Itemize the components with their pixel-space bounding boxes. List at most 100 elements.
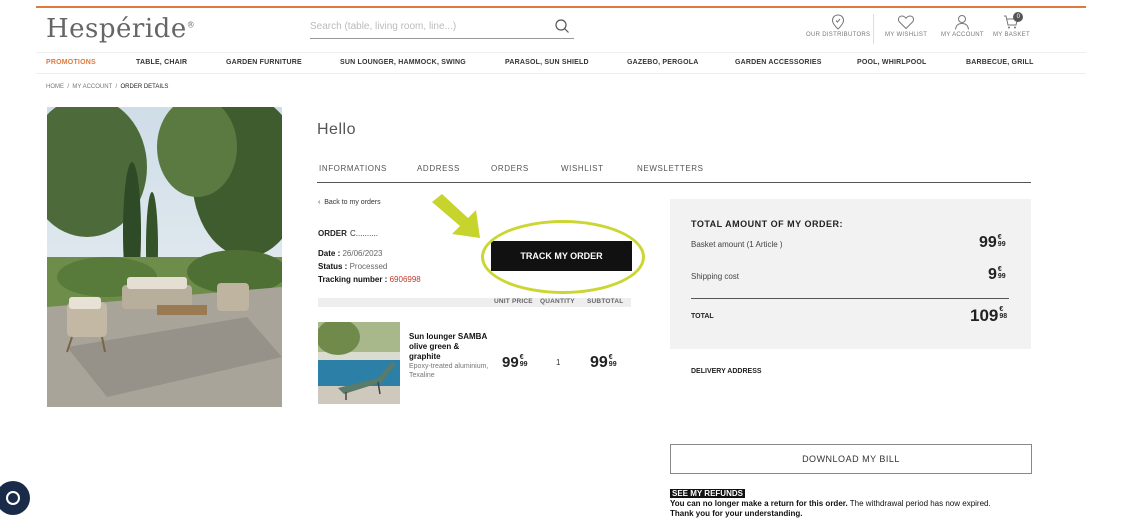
breadcrumb: HOME / MY ACCOUNT / ORDER DETAILS (46, 84, 168, 90)
nav-promotions[interactable]: PROMOTIONS (46, 59, 96, 66)
tab-newsletters[interactable]: NEWSLETTERS (637, 164, 704, 173)
item-quantity: 1 (556, 358, 561, 367)
nav-gazebo[interactable]: GAZEBO, PERGOLA (627, 59, 698, 66)
annotation-arrow-icon (432, 194, 480, 238)
tab-informations[interactable]: INFORMATIONS (319, 164, 387, 173)
header-divider (873, 14, 874, 44)
order-summary-panel: TOTAL AMOUNT OF MY ORDER: Basket amount … (670, 199, 1031, 349)
breadcrumb-account[interactable]: MY ACCOUNT (72, 84, 112, 90)
product-image[interactable] (318, 322, 400, 404)
total-currency: € (999, 306, 1004, 313)
col-subtotal: SUBTOTAL (587, 298, 624, 305)
order-tracking: Tracking number : 6906998 (318, 275, 421, 284)
nav-garden-accessories[interactable]: GARDEN ACCESSORIES (735, 59, 822, 66)
distributors-link[interactable]: OUR DISTRIBUTORS (806, 14, 870, 38)
basket-label: MY BASKET (993, 32, 1030, 38)
account-label: MY ACCOUNT (941, 32, 984, 38)
order-total: 109 €98 (970, 306, 1007, 326)
shipping-cost-label: Shipping cost (691, 272, 740, 281)
status-value: Processed (349, 262, 388, 271)
unit-price-decimals: 99 (519, 361, 528, 368)
total-label: TOTAL (691, 313, 714, 320)
total-int: 109 (970, 306, 999, 325)
summary-title: TOTAL AMOUNT OF MY ORDER: (691, 219, 843, 229)
back-label: Back to my orders (324, 199, 381, 206)
basket-amount-label: Basket amount (1 Article ) (691, 240, 783, 249)
distributors-label: OUR DISTRIBUTORS (806, 32, 871, 38)
back-to-orders-link[interactable]: ‹ Back to my orders (318, 199, 381, 206)
breadcrumb-separator: / (67, 84, 70, 90)
refund-notice: You can no longer make a return for this… (670, 499, 1070, 519)
account-link[interactable]: MY ACCOUNT (941, 14, 984, 38)
shipping-cost: 9 €99 (988, 266, 1006, 284)
nav-table-chair[interactable]: TABLE, CHAIR (136, 59, 187, 66)
basket-amount-decimals: 99 (997, 241, 1006, 248)
basket-amount-currency: € (997, 234, 1002, 241)
shipping-cost-currency: € (997, 266, 1002, 273)
wishlist-label: MY WISHLIST (885, 32, 928, 38)
top-accent-line (36, 6, 1086, 8)
order-status: Status : Processed (318, 262, 387, 271)
nav-sun-lounger[interactable]: SUN LOUNGER, HAMMOCK, SWING (340, 59, 466, 66)
col-unit-price: UNIT PRICE (494, 298, 533, 305)
order-date: Date : 26/06/2023 (318, 249, 383, 258)
item-subtotal: 99 €99 (590, 354, 617, 372)
basket-amount: 99 €99 (979, 234, 1006, 252)
logo-text: Hespéride (46, 14, 187, 44)
nav-barbecue[interactable]: BARBECUE, GRILL (966, 59, 1034, 66)
search-icon[interactable] (554, 18, 570, 34)
tracking-number[interactable]: 6906998 (390, 275, 421, 284)
unit-price-currency: € (519, 354, 524, 361)
shipping-cost-int: 9 (988, 266, 997, 283)
product-description: Epoxy-treated aluminium, Texaline (409, 363, 489, 379)
tab-wishlist[interactable]: WISHLIST (561, 164, 604, 173)
garden-lounge-photo (47, 107, 282, 407)
delivery-address-heading: DELIVERY ADDRESS (691, 368, 762, 375)
main-nav: PROMOTIONS TABLE, CHAIR GARDEN FURNITURE… (36, 52, 1086, 74)
shipping-cost-decimals: 99 (997, 273, 1006, 280)
product-name[interactable]: Sun lounger SAMBA olive green & graphite (409, 332, 489, 362)
total-decimals: 98 (999, 313, 1008, 320)
wishlist-link[interactable]: MY WISHLIST (885, 14, 927, 38)
nav-garden-furniture[interactable]: GARDEN FURNITURE (226, 59, 302, 66)
logo-mark: ® (186, 20, 196, 30)
user-icon (955, 15, 970, 30)
breadcrumb-separator: / (115, 84, 118, 90)
unit-price: 99 €99 (502, 354, 527, 371)
unit-price-int: 99 (502, 354, 519, 371)
chevron-left-icon: ‹ (318, 199, 321, 206)
refund-thanks: Thank you for your understanding. (670, 509, 803, 518)
account-tabs: INFORMATIONS ADDRESS ORDERS WISHLIST NEW… (317, 163, 1031, 183)
tracking-label: Tracking number : (318, 275, 388, 284)
nav-parasol[interactable]: PARASOL, SUN SHIELD (505, 59, 589, 66)
date-label: Date : (318, 249, 341, 258)
order-label: ORDER (318, 229, 347, 238)
chat-widget-button[interactable] (0, 481, 30, 515)
summary-divider (691, 298, 1009, 299)
nav-pool[interactable]: POOL, WHIRLPOOL (857, 59, 927, 66)
download-bill-button[interactable]: DOWNLOAD MY BILL (670, 444, 1032, 474)
breadcrumb-current: ORDER DETAILS (120, 84, 169, 90)
tab-address[interactable]: ADDRESS (417, 164, 460, 173)
search-input[interactable] (310, 16, 540, 37)
subtotal-decimals: 99 (608, 361, 617, 368)
col-quantity: QUANTITY (540, 298, 575, 305)
subtotal-int: 99 (590, 354, 608, 371)
logo[interactable]: Hespéride® (46, 14, 195, 44)
basket-link[interactable]: 0 MY BASKET (993, 12, 1030, 38)
search-bar (310, 16, 574, 39)
status-label: Status : (318, 262, 348, 271)
heart-icon (898, 15, 915, 30)
location-pin-icon (832, 14, 845, 30)
breadcrumb-home[interactable]: HOME (46, 84, 64, 90)
refund-notice-text: The withdrawal period has now expired. (847, 499, 991, 508)
see-refunds-link[interactable]: SEE MY REFUNDS (670, 489, 745, 498)
subtotal-currency: € (608, 354, 613, 361)
order-number: C.......... (350, 229, 379, 238)
basket-amount-int: 99 (979, 234, 997, 251)
tab-orders[interactable]: ORDERS (491, 164, 529, 173)
track-order-button[interactable]: TRACK MY ORDER (491, 241, 632, 271)
order-table-header: UNIT PRICE QUANTITY SUBTOTAL (318, 298, 631, 307)
refund-notice-bold: You can no longer make a return for this… (670, 499, 848, 508)
greeting-title: Hello (317, 121, 356, 138)
